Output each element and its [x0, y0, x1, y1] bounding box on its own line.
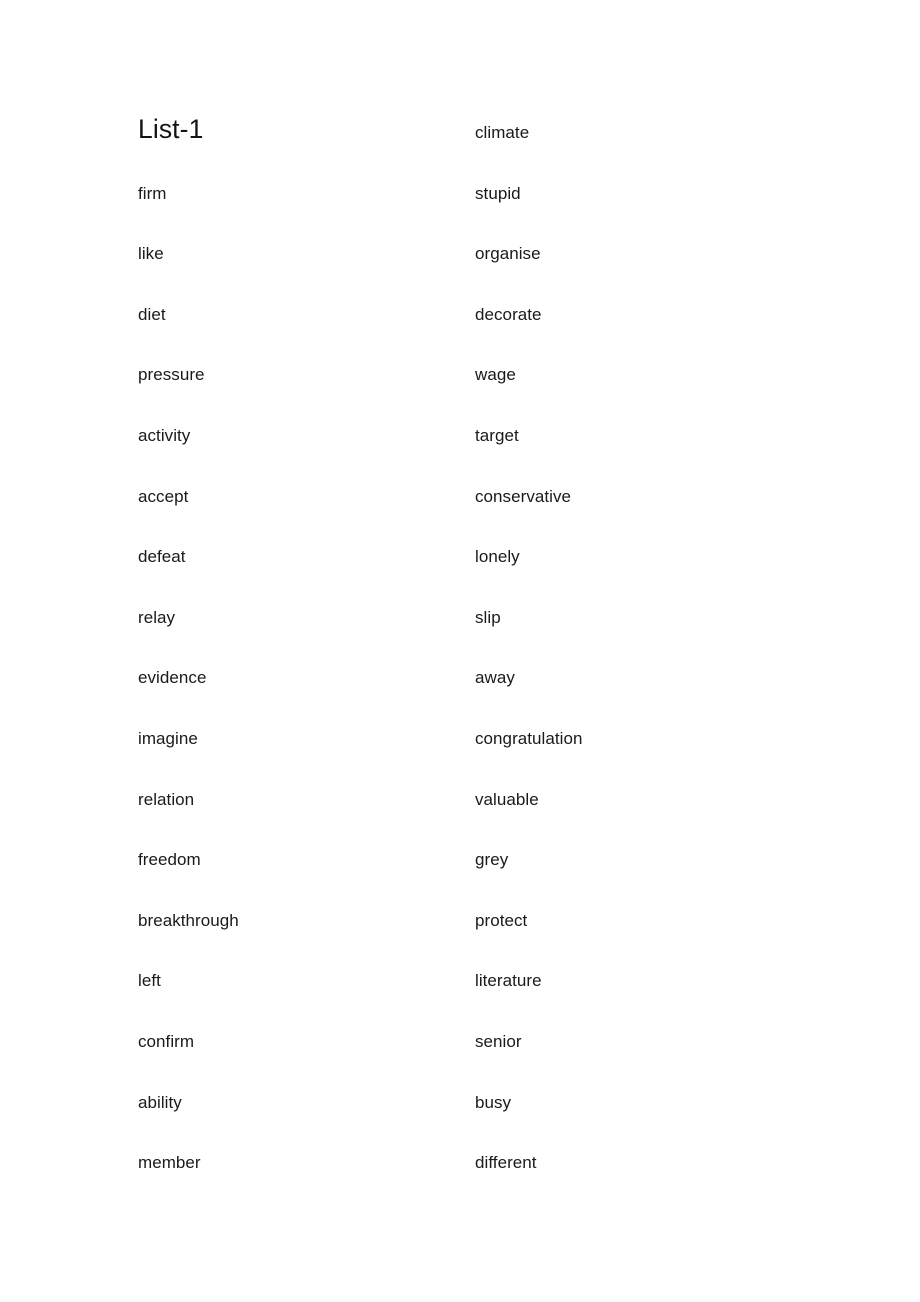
vocabulary-word: breakthrough [138, 910, 239, 930]
list-item: wage [475, 325, 825, 386]
list-item: confirm [138, 991, 458, 1052]
list-item: protect [475, 870, 825, 931]
list-item: slip [475, 567, 825, 628]
vocabulary-word: member [138, 1153, 201, 1173]
vocabulary-word: decorate [475, 304, 542, 324]
vocabulary-word: pressure [138, 365, 205, 385]
list-item: firm [138, 143, 458, 204]
list-item: breakthrough [138, 870, 458, 931]
list-item: valuable [475, 749, 825, 810]
list-item: pressure [138, 325, 458, 386]
list-item: ability [138, 1052, 458, 1113]
vocabulary-word: conservative [475, 486, 572, 506]
vocabulary-word: diet [138, 304, 166, 324]
list-item: activity [138, 385, 458, 446]
vocabulary-word: left [138, 971, 161, 991]
vocabulary-word: protect [475, 910, 528, 930]
list-item: congratulation [475, 688, 825, 749]
vocabulary-word: freedom [138, 850, 201, 870]
vocabulary-word: defeat [138, 547, 186, 567]
list-item: busy [475, 1052, 825, 1113]
list-item: literature [475, 931, 825, 992]
vocabulary-word: stupid [475, 183, 521, 203]
list-item: evidence [138, 628, 458, 689]
vocabulary-word: slip [475, 607, 501, 627]
list-item: left [138, 931, 458, 992]
vocabulary-word: accept [138, 486, 189, 506]
list-item: senior [475, 991, 825, 1052]
left-column: List-1 firm like diet pressure activity accept… [138, 0, 458, 1302]
list-item: grey [475, 810, 825, 871]
list-item: climate [475, 82, 825, 143]
list-item: relation [138, 749, 458, 810]
vocabulary-word: lonely [475, 547, 520, 567]
list-item: accept [138, 446, 458, 507]
vocabulary-word: grey [475, 850, 509, 870]
list-item: lonely [475, 507, 825, 568]
list-item: member [138, 1113, 458, 1174]
list-item: diet [138, 264, 458, 325]
list-item: conservative [475, 446, 825, 507]
page-title: List-1 [138, 113, 204, 144]
vocabulary-word: valuable [475, 789, 539, 809]
list-item: relay [138, 567, 458, 628]
vocabulary-list-page: List-1 firm like diet pressure activity accept… [0, 0, 920, 1302]
vocabulary-word: senior [475, 1031, 522, 1051]
vocabulary-word: away [475, 668, 515, 688]
list-item: away [475, 628, 825, 689]
vocabulary-word: organise [475, 244, 541, 264]
list-item: stupid [475, 143, 825, 204]
vocabulary-word: activity [138, 425, 191, 445]
vocabulary-word: like [138, 244, 164, 264]
vocabulary-word: target [475, 425, 519, 445]
right-column: climate stupid organise decorate wage target c… [475, 0, 825, 1302]
list-item: different [475, 1113, 825, 1174]
vocabulary-word: wage [475, 365, 516, 385]
list-item: freedom [138, 810, 458, 871]
vocabulary-word: firm [138, 183, 167, 203]
vocabulary-word: relation [138, 789, 195, 809]
vocabulary-word: busy [475, 1092, 512, 1112]
list-item: defeat [138, 507, 458, 568]
list-item: like [138, 204, 458, 265]
vocabulary-word: imagine [138, 728, 198, 748]
list-item: decorate [475, 264, 825, 325]
vocabulary-word: climate [475, 122, 530, 142]
list-item: imagine [138, 688, 458, 749]
vocabulary-word: relay [138, 607, 176, 627]
vocabulary-word: congratulation [475, 728, 583, 748]
list-item: organise [475, 204, 825, 265]
vocabulary-word: ability [138, 1092, 182, 1112]
list-item: target [475, 385, 825, 446]
vocabulary-word: different [475, 1153, 537, 1173]
vocabulary-word: confirm [138, 1031, 195, 1051]
vocabulary-word: evidence [138, 668, 207, 688]
vocabulary-word: literature [475, 971, 542, 991]
list-heading-row: List-1 [138, 82, 458, 143]
